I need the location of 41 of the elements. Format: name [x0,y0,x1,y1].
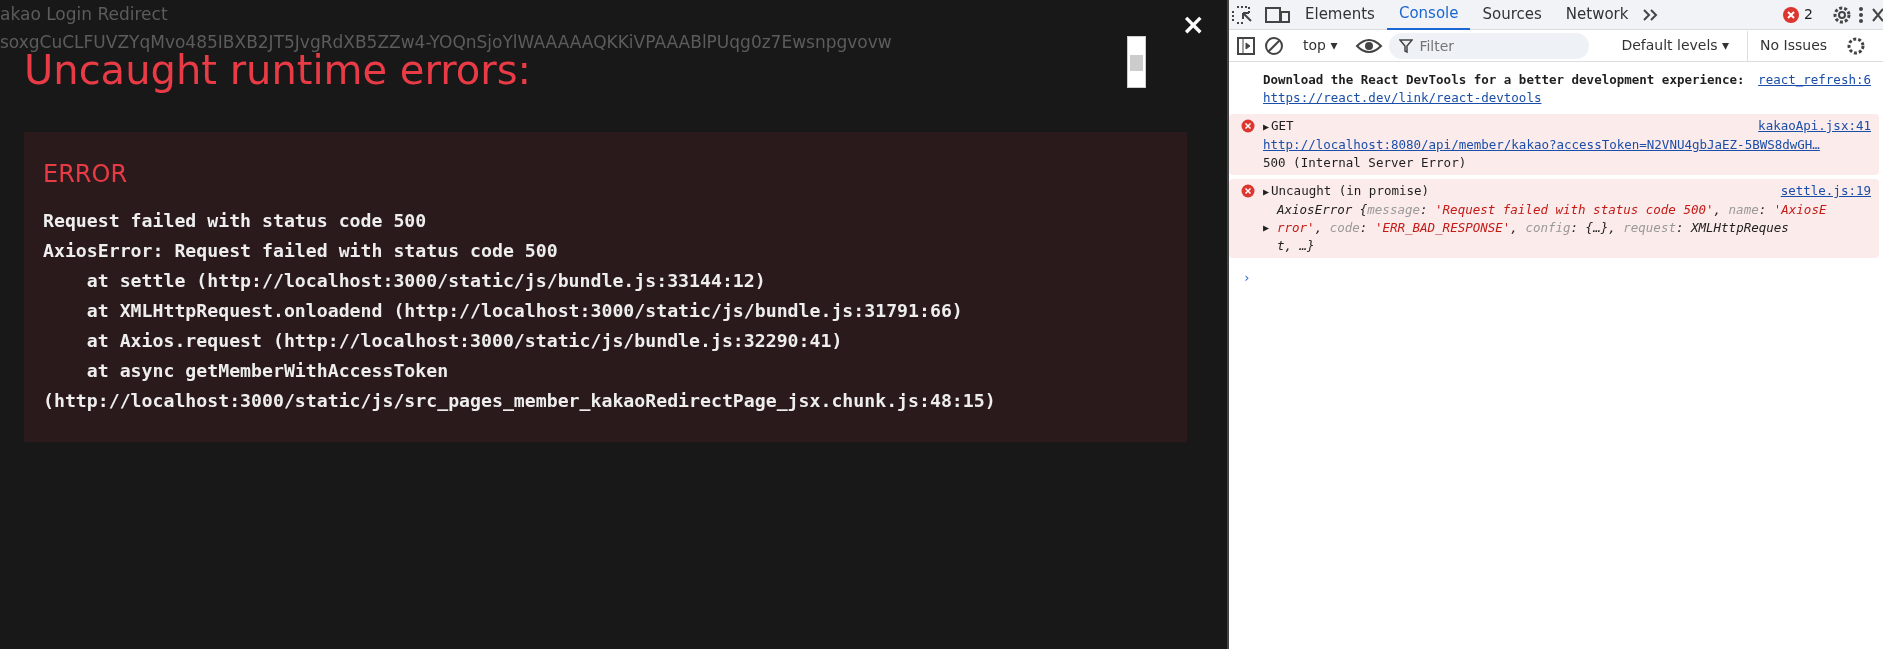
scrollbar [1127,36,1146,88]
error-line: at Axios.request (http://localhost:3000/static/js/bundle.js:32290:41) [85,329,844,353]
source-link[interactable]: kakaoApi.jsx:41 [1758,117,1871,135]
close-button[interactable]: × [1175,10,1211,40]
message-text: 500 (Internal Server Error) [1263,154,1468,172]
object-preview-line: AxiosError {message: 'Request failed with status code 500', name: 'AxiosE [1275,201,1828,219]
object-preview-line: ▶ rror', code: 'ERR_BAD_RESPONSE', config: {…}, request: XMLHttpReques [1263,219,1790,237]
sidebar-icon[interactable] [1235,34,1257,57]
url-link[interactable]: https://react.dev/link/react-devtools [1263,90,1542,105]
page-text: akao Login Redirect [0,3,169,26]
error-line: at async getMemberWithAccessToken [85,359,450,383]
devtools-tab[interactable]: Network [1553,0,1641,30]
object-preview-line: t, …} [1276,237,1316,255]
error-icon [1782,5,1801,24]
error-icon [1241,119,1255,133]
levels-dropdown[interactable]: Default levels ▾ [1609,30,1742,61]
error-line: at XMLHttpRequest.onloadend (http://localhost:3000/static/js/bundle.js:31791:66) [85,299,964,323]
error-icon [1241,184,1255,198]
message-text: GET [1271,118,1294,133]
error-line: at settle (http://localhost:3000/static/js/bundle.js:33144:12) [85,269,767,293]
console-prompt[interactable]: › [1243,270,1251,285]
devtools-tab[interactable]: Console [1386,0,1471,30]
devtools-tab[interactable]: Elements [1293,0,1387,30]
message-text: Uncaught (in promise) [1271,183,1430,198]
issues-button[interactable]: No Issues [1747,30,1840,61]
expand-toggle[interactable]: ▶ [1263,121,1270,132]
devtools-tab[interactable]: Sources [1470,0,1554,30]
clear-icon[interactable] [1263,34,1285,57]
error-count: 2 [1804,5,1813,24]
expand-toggle[interactable]: ▶ [1263,186,1270,197]
message-text: Download the React DevTools for a better development experience: [1263,72,1745,87]
source-link[interactable]: react_refresh:6 [1758,71,1871,89]
context-dropdown[interactable]: top ▾ [1291,30,1350,61]
expand-toggle[interactable]: ▶ [1263,219,1270,237]
error-line: AxiosError: Request failed with status code 500 [43,239,559,263]
filter-field[interactable]: Filter [1389,32,1590,59]
url-link[interactable]: http://localhost:8080/api/member/kakao?accessToken=N2VNU4gbJaEZ-5BWS8dwGH… [1263,137,1820,152]
source-link[interactable]: settle.js:19 [1780,182,1871,200]
error-label: ERROR [43,159,129,190]
error-line: (http://localhost:3000/static/js/src_pages_member_kakaoRedirectPage_jsx.chunk.js:48:15) [43,389,997,413]
error-line: Request failed with status code 500 [43,209,428,233]
